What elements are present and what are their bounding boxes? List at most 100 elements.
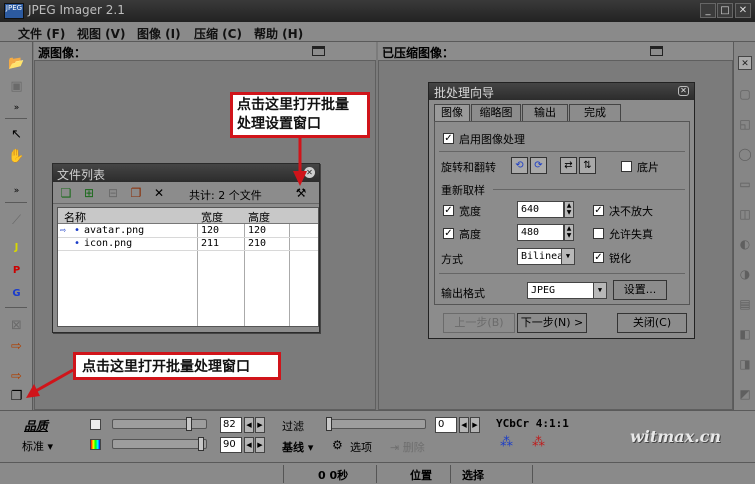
column-width[interactable]: 宽度 (201, 209, 223, 225)
add-folder-icon[interactable]: ⊞ (81, 185, 97, 201)
quality-increase[interactable]: ▶ (255, 417, 265, 433)
hand-tool-icon[interactable]: ✋ (8, 148, 25, 165)
color-quality-value[interactable]: 90 (220, 437, 242, 453)
height-stepper[interactable]: ▲ ▼ (564, 224, 574, 241)
compare-icon[interactable]: ⊠ (8, 317, 25, 334)
minimize-button[interactable]: _ (700, 3, 716, 18)
close-dialog-button[interactable]: 关闭(C) (617, 313, 687, 333)
flip-horizontal-icon[interactable]: ⇄ (560, 157, 577, 174)
menu-compress[interactable]: 压缩 (C) (194, 25, 242, 42)
tool-icon-2[interactable]: ◱ (738, 117, 752, 131)
remove-file-icon[interactable]: ⊟ (105, 185, 121, 201)
tool-icon-3[interactable]: ◯ (738, 147, 752, 161)
maximize-panel-icon[interactable] (312, 46, 325, 56)
file-list-close-icon[interactable]: ✕ (304, 167, 315, 178)
tool-icon-11[interactable]: ◩ (738, 387, 752, 401)
options-button[interactable]: 选项 (350, 439, 372, 455)
sharpen-checkbox[interactable]: ✓ (593, 252, 604, 263)
maximize-panel-icon-2[interactable] (650, 46, 663, 56)
chevron-down-icon[interactable]: ▼ (593, 283, 606, 298)
width-checkbox[interactable]: ✓ (443, 205, 454, 216)
color-quality-decrease[interactable]: ◀ (244, 437, 254, 453)
menu-image[interactable]: 图像 (I) (137, 25, 181, 42)
color-quality-slider-thumb[interactable] (198, 437, 204, 451)
dialog-close-icon[interactable]: ✕ (678, 86, 689, 96)
maximize-button[interactable]: □ (717, 3, 733, 18)
color-quality-slider[interactable] (112, 439, 207, 449)
expand-icon[interactable]: » (8, 100, 25, 117)
tool-icon-6[interactable]: ◐ (738, 237, 752, 251)
baseline-select[interactable]: 基线 ▾ (282, 439, 313, 455)
remove-button[interactable]: ⇥ 删除 (390, 439, 425, 455)
tool-icon-10[interactable]: ◨ (738, 357, 752, 371)
quality-slider-thumb[interactable] (186, 417, 192, 431)
standard-preset[interactable]: 标准 ▾ (22, 438, 53, 454)
method-select[interactable]: Bilinear ▼ (517, 248, 575, 265)
menu-file[interactable]: 文件 (F) (18, 25, 65, 42)
tab-finish[interactable]: 完成 (569, 104, 621, 121)
tool-icon-8[interactable]: ▤ (738, 297, 752, 311)
tool-icon-5[interactable]: ◫ (738, 207, 752, 221)
flip-vertical-icon[interactable]: ⇅ (579, 157, 596, 174)
batch-export-icon[interactable]: ⇨ (8, 368, 25, 385)
no-enlarge-checkbox[interactable]: ✓ (593, 205, 604, 216)
height-checkbox[interactable]: ✓ (443, 228, 454, 239)
rotate-right-icon[interactable]: ⟳ (530, 157, 547, 174)
tab-image[interactable]: 图像 (434, 104, 470, 122)
next-button[interactable]: 下一步(N) > (517, 313, 587, 333)
output-format-select[interactable]: JPEG ▼ (527, 282, 607, 299)
g-format-icon[interactable]: G (8, 285, 25, 302)
column-name[interactable]: 名称 (64, 209, 86, 225)
close-button[interactable]: ✕ (735, 3, 751, 18)
batch-process-icon[interactable]: ❐ (8, 388, 25, 405)
tool-icon-1[interactable]: ▢ (738, 87, 752, 101)
filter-slider-thumb[interactable] (326, 417, 332, 431)
menu-view[interactable]: 视图 (V) (77, 25, 125, 42)
tool-icon-9[interactable]: ◧ (738, 327, 752, 341)
batch-settings-wand-icon[interactable]: ⚒ (293, 185, 309, 201)
subsampling-icon-1[interactable]: ⁂ (500, 435, 513, 450)
filter-value[interactable]: 0 (435, 417, 457, 433)
add-files-icon[interactable]: ❏ (58, 185, 74, 201)
column-height[interactable]: 高度 (248, 209, 270, 225)
allow-distort-checkbox[interactable] (593, 228, 604, 239)
settings-button[interactable]: 设置... (613, 280, 667, 300)
rotate-left-icon[interactable]: ⟲ (511, 157, 528, 174)
prev-button[interactable]: 上一步(B) (443, 313, 515, 333)
close-panel-icon[interactable]: ✕ (738, 56, 752, 70)
height-input[interactable]: 480 (517, 224, 564, 241)
width-input[interactable]: 640 (517, 201, 564, 218)
negative-checkbox[interactable] (621, 161, 632, 172)
batch-icon[interactable]: ❐ (128, 185, 144, 201)
clear-list-icon[interactable]: ✕ (151, 185, 167, 201)
quality-value[interactable]: 82 (220, 417, 242, 433)
menu-help[interactable]: 帮助 (H) (254, 25, 303, 42)
pointer-tool-icon[interactable]: ↖ (8, 126, 25, 143)
expand-icon-2[interactable]: » (8, 183, 25, 200)
width-stepper[interactable]: ▲ ▼ (564, 201, 574, 218)
crop-icon[interactable]: ⟋ (8, 212, 25, 229)
open-folder-icon[interactable]: 📂 (8, 55, 25, 72)
table-row[interactable]: • icon.png 211 210 (58, 238, 318, 251)
chevron-down-icon[interactable]: ▼ (561, 249, 574, 264)
table-row[interactable]: ⇨ • avatar.png 120 120 (58, 225, 318, 238)
color-quality-increase[interactable]: ▶ (255, 437, 265, 453)
j-format-icon[interactable]: J (8, 239, 25, 256)
enable-processing-checkbox[interactable]: ✓ (443, 133, 454, 144)
export-icon[interactable]: ⇨ (8, 338, 25, 355)
dialog-titlebar[interactable]: 批处理向导 ✕ (429, 83, 694, 100)
tool-icon-4[interactable]: ▭ (738, 177, 752, 191)
tab-output[interactable]: 输出 (522, 104, 568, 121)
filter-decrease[interactable]: ◀ (459, 417, 469, 433)
quality-decrease[interactable]: ◀ (244, 417, 254, 433)
filter-slider[interactable] (326, 419, 426, 429)
p-format-icon[interactable]: P (8, 262, 25, 279)
gear-icon[interactable]: ⚙ (332, 438, 343, 452)
tool-icon-7[interactable]: ◑ (738, 267, 752, 281)
subsampling-icon-2[interactable]: ⁂ (532, 435, 545, 450)
save-icon[interactable]: ▣ (8, 78, 25, 95)
quality-slider[interactable] (112, 419, 207, 429)
tab-thumbnail[interactable]: 缩略图 (471, 104, 521, 121)
file-list-titlebar[interactable]: 文件列表 ✕ (53, 164, 319, 182)
filter-increase[interactable]: ▶ (470, 417, 480, 433)
